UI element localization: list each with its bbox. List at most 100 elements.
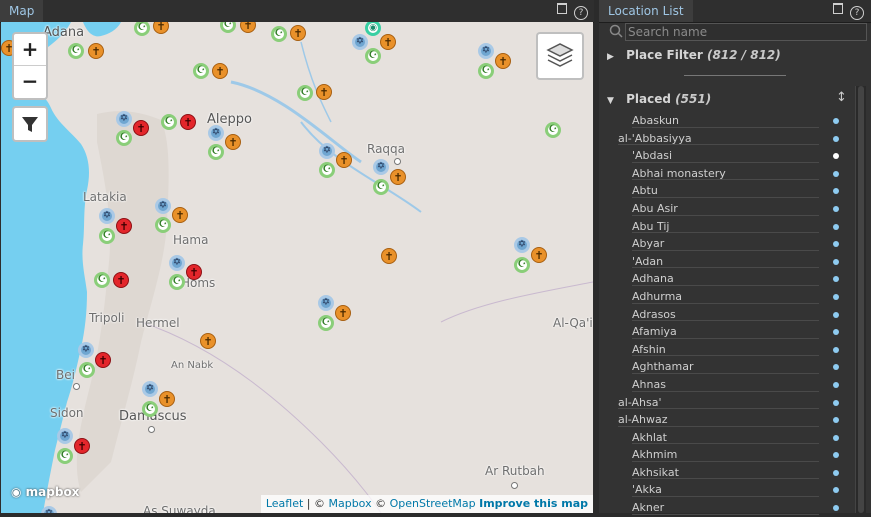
help-icon[interactable]: ?: [850, 6, 864, 20]
christian-marker-icon[interactable]: ✝: [116, 218, 132, 234]
islam-marker-icon[interactable]: ☪: [57, 448, 73, 464]
list-item[interactable]: al-'Abbasiyya: [599, 130, 839, 148]
osm-link[interactable]: OpenStreetMap: [390, 497, 476, 510]
christian-marker-icon[interactable]: ✝: [495, 53, 511, 69]
zoom-in-button[interactable]: +: [14, 34, 46, 65]
list-item[interactable]: Adhurma: [599, 288, 839, 306]
christian-marker-icon[interactable]: ✝: [381, 248, 397, 264]
list-item[interactable]: 'Abdasi: [599, 147, 839, 165]
jewish-marker-icon[interactable]: ✡: [514, 237, 530, 253]
christian-marker-icon[interactable]: ✝: [200, 333, 216, 349]
jewish-marker-icon[interactable]: ✡: [169, 255, 185, 271]
help-icon[interactable]: ?: [574, 6, 588, 20]
jewish-marker-icon[interactable]: ✡: [373, 159, 389, 175]
islam-marker-icon[interactable]: ☪: [319, 162, 335, 178]
christian-marker-icon[interactable]: ✝: [180, 114, 196, 130]
list-item[interactable]: 'Adan: [599, 253, 839, 271]
list-item[interactable]: Akhsikat: [599, 464, 839, 482]
list-item[interactable]: Adhana: [599, 270, 839, 288]
islam-marker-icon[interactable]: ☪: [514, 257, 530, 273]
list-scrollbar[interactable]: [855, 86, 866, 513]
leaflet-link[interactable]: Leaflet: [266, 497, 303, 510]
christian-marker-icon[interactable]: ✝: [172, 207, 188, 223]
filter-button[interactable]: [12, 106, 48, 142]
christian-marker-icon[interactable]: ✝: [95, 352, 111, 368]
christian-marker-icon[interactable]: ✝: [390, 169, 406, 185]
islam-marker-icon[interactable]: ☪: [193, 63, 209, 79]
christian-marker-icon[interactable]: ✝: [380, 34, 396, 50]
jewish-marker-icon[interactable]: ✡: [142, 381, 158, 397]
islam-marker-icon[interactable]: ☪: [142, 401, 158, 417]
islam-marker-icon[interactable]: ☪: [478, 63, 494, 79]
jewish-marker-icon[interactable]: ✡: [318, 295, 334, 311]
islam-marker-icon[interactable]: ☪: [94, 272, 110, 288]
list-item[interactable]: Abyar: [599, 235, 839, 253]
tab-location-list[interactable]: Location List: [599, 0, 693, 22]
islam-marker-icon[interactable]: ☪: [116, 130, 132, 146]
list-item[interactable]: Abu Asir: [599, 200, 839, 218]
place-filter-row[interactable]: ▶ Place Filter (812 / 812): [607, 48, 781, 62]
jewish-marker-icon[interactable]: ✡: [57, 428, 73, 444]
islam-marker-icon[interactable]: ☪: [169, 274, 185, 290]
christian-marker-icon[interactable]: ✝: [113, 272, 129, 288]
christian-marker-icon[interactable]: ✝: [316, 84, 332, 100]
placed-section-row[interactable]: ▼ Placed (551): [607, 92, 711, 106]
list-item[interactable]: Ahnas: [599, 376, 839, 394]
islam-marker-icon[interactable]: ☪: [99, 228, 115, 244]
sort-icon[interactable]: ↕: [836, 90, 847, 105]
list-item[interactable]: Abtu: [599, 182, 839, 200]
jewish-marker-icon[interactable]: ✡: [208, 125, 224, 141]
islam-marker-icon[interactable]: ☪: [365, 48, 381, 64]
islam-marker-icon[interactable]: ☪: [208, 144, 224, 160]
list-item[interactable]: Akhmim: [599, 446, 839, 464]
islam-marker-icon[interactable]: ☪: [545, 122, 561, 138]
mapbox-link[interactable]: Mapbox: [328, 497, 371, 510]
scrollbar-thumb[interactable]: [858, 86, 864, 513]
zoom-out-button[interactable]: −: [14, 65, 46, 97]
list-item[interactable]: 'Akka: [599, 481, 839, 499]
christian-marker-icon[interactable]: ✝: [336, 152, 352, 168]
search-input[interactable]: [625, 23, 867, 41]
list-item[interactable]: Afshin: [599, 341, 839, 359]
jewish-marker-icon[interactable]: ✡: [352, 34, 368, 50]
islam-marker-icon[interactable]: ☪: [271, 26, 287, 42]
jewish-marker-icon[interactable]: ✡: [155, 198, 171, 214]
list-item[interactable]: Akner: [599, 499, 839, 517]
maximize-icon[interactable]: [833, 3, 843, 14]
christian-marker-icon[interactable]: ✝: [212, 63, 228, 79]
christian-marker-icon[interactable]: ✝: [225, 134, 241, 150]
tab-map[interactable]: Map: [0, 0, 44, 22]
mapbox-logo[interactable]: ◉ mapbox: [11, 485, 79, 499]
islam-marker-icon[interactable]: ☪: [297, 85, 313, 101]
christian-marker-icon[interactable]: ✝: [74, 438, 90, 454]
list-item[interactable]: Adrasos: [599, 306, 839, 324]
jewish-marker-icon[interactable]: ✡: [99, 208, 115, 224]
map-canvas[interactable]: Adana Aleppo Raqqa Latakia Hama Homs Tri…: [1, 22, 593, 513]
christian-marker-icon[interactable]: ✝: [531, 247, 547, 263]
list-item[interactable]: Aghthamar: [599, 358, 839, 376]
islam-marker-icon[interactable]: ☪: [161, 114, 177, 130]
improve-map-link[interactable]: Improve this map: [479, 497, 588, 510]
maximize-icon[interactable]: [557, 3, 567, 14]
jewish-marker-icon[interactable]: ✡: [116, 111, 132, 127]
christian-marker-icon[interactable]: ✝: [159, 391, 175, 407]
list-item[interactable]: Abu Tij: [599, 218, 839, 236]
list-item[interactable]: Abaskun: [599, 112, 839, 130]
jewish-marker-icon[interactable]: ✡: [78, 342, 94, 358]
layers-button[interactable]: [536, 32, 584, 80]
islam-marker-icon[interactable]: ☪: [373, 179, 389, 195]
islam-marker-icon[interactable]: ☪: [79, 362, 95, 378]
list-item[interactable]: Abhai monastery: [599, 165, 839, 183]
christian-marker-icon[interactable]: ✝: [186, 264, 202, 280]
christian-marker-icon[interactable]: ✝: [290, 25, 306, 41]
list-item[interactable]: al-Ahwaz: [599, 411, 839, 429]
list-item[interactable]: Afamiya: [599, 323, 839, 341]
jewish-marker-icon[interactable]: ✡: [319, 143, 335, 159]
christian-marker-icon[interactable]: ✝: [335, 305, 351, 321]
list-item[interactable]: al-Ahsa': [599, 394, 839, 412]
islam-marker-icon[interactable]: ☪: [155, 217, 171, 233]
christian-marker-icon[interactable]: ✝: [133, 120, 149, 136]
islam-marker-icon[interactable]: ☪: [68, 43, 84, 59]
christian-marker-icon[interactable]: ✝: [88, 43, 104, 59]
jewish-marker-icon[interactable]: ✡: [478, 43, 494, 59]
